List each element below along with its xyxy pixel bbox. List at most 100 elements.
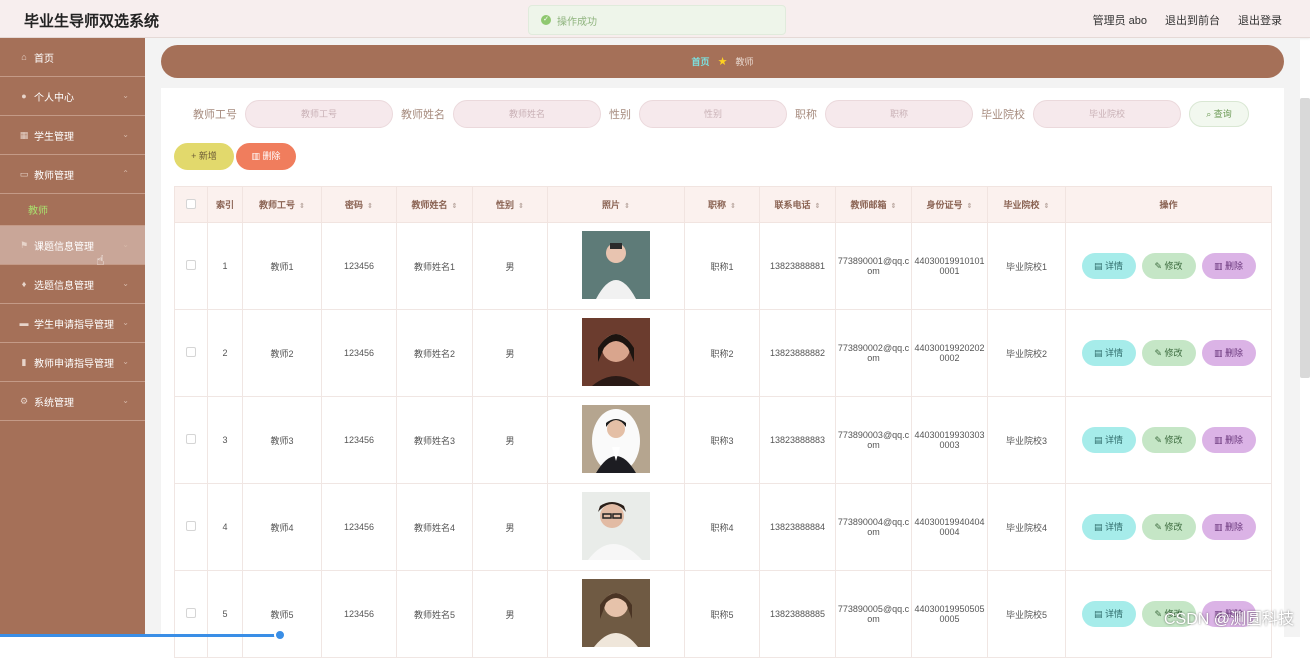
teacher-id-input[interactable]: 教师工号 <box>245 100 393 128</box>
star-icon: ★ <box>718 55 728 68</box>
sidebar-item-teacher-application[interactable]: ▮ 教师申请指导管理 ⌄ <box>0 343 145 382</box>
bar-chart-icon: ▮ <box>18 357 30 368</box>
document-icon: ▤ <box>1094 348 1103 358</box>
scroll-handle[interactable] <box>274 629 286 641</box>
sidebar-item-system-management[interactable]: ⚙ 系统管理 ⌄ <box>0 382 145 421</box>
row-checkbox[interactable] <box>175 223 208 310</box>
sidebar-item-teacher-management[interactable]: ▭ 教师管理 ⌃ <box>0 155 145 194</box>
column-header[interactable]: 教师姓名⇕ <box>397 187 473 223</box>
check-circle-icon: ✓ <box>541 15 551 25</box>
add-button[interactable]: + 新增 <box>174 143 234 170</box>
column-header[interactable]: 照片⇕ <box>548 187 685 223</box>
chevron-down-icon: ⌄ <box>122 130 129 139</box>
sidebar-item-home[interactable]: ⌂ 首页 <box>0 38 145 77</box>
plus-icon: + <box>191 151 196 161</box>
detail-button[interactable]: ▤ 详情 <box>1082 253 1136 279</box>
column-header[interactable]: 密码⇕ <box>322 187 397 223</box>
pencil-icon: ✎ <box>1154 261 1162 271</box>
photo-cell <box>548 397 685 484</box>
column-header[interactable]: 性别⇕ <box>473 187 548 223</box>
gender-input[interactable]: 性别 <box>639 100 787 128</box>
document-icon: ▤ <box>1094 609 1103 619</box>
breadcrumb-home[interactable]: 首页 <box>692 55 710 68</box>
row-checkbox[interactable] <box>175 484 208 571</box>
edit-button[interactable]: ✎ 修改 <box>1142 514 1196 540</box>
column-header[interactable]: 教师工号⇕ <box>243 187 322 223</box>
row-operations: ▤ 详情 ✎ 修改 ▥ 删除 <box>1066 397 1272 484</box>
delete-button[interactable]: ▥ 删除 <box>1202 427 1256 453</box>
column-header[interactable]: 毕业院校⇕ <box>988 187 1066 223</box>
photo-cell <box>548 484 685 571</box>
detail-button[interactable]: ▤ 详情 <box>1082 514 1136 540</box>
detail-button[interactable]: ▤ 详情 <box>1082 340 1136 366</box>
column-header: 操作 <box>1066 187 1272 223</box>
teacher-photo <box>582 231 650 299</box>
sidebar-item-student-management[interactable]: ▦ 学生管理 ⌄ <box>0 116 145 155</box>
sort-icon: ⇕ <box>624 203 630 210</box>
teacher-photo <box>582 318 650 386</box>
detail-button[interactable]: ▤ 详情 <box>1082 601 1136 627</box>
trash-icon: ▥ <box>1214 348 1223 358</box>
watermark: CSDN @测圆科技 <box>1164 605 1294 629</box>
document-icon: ▤ <box>1094 435 1103 445</box>
pencil-icon: ✎ <box>1154 348 1162 358</box>
mic-icon: ♦ <box>18 279 30 289</box>
delete-button[interactable]: ▥ 删除 <box>1202 514 1256 540</box>
delete-button[interactable]: ▥ 删除 <box>1202 253 1256 279</box>
sidebar-subitem-teacher[interactable]: 教师 <box>0 194 145 226</box>
breadcrumb: 首页 ★ 教师 <box>161 45 1284 78</box>
school-input[interactable]: 毕业院校 <box>1033 100 1181 128</box>
sidebar-item-student-application[interactable]: ▬ 学生申请指导管理 ⌄ <box>0 304 145 343</box>
batch-delete-button[interactable]: ▥ 删除 <box>236 143 296 170</box>
chat-icon: ▭ <box>18 169 30 180</box>
vertical-scrollbar[interactable] <box>1300 98 1310 378</box>
logout-link[interactable]: 退出登录 <box>1238 12 1282 28</box>
pencil-icon: ✎ <box>1154 522 1162 532</box>
search-icon: ⌕ <box>1206 109 1211 119</box>
sort-icon: ⇕ <box>967 203 973 210</box>
photo-cell <box>548 571 685 658</box>
row-checkbox[interactable] <box>175 571 208 658</box>
sort-icon: ⇕ <box>452 203 458 210</box>
search-button[interactable]: ⌕ 查询 <box>1189 101 1249 127</box>
column-header[interactable]: 职称⇕ <box>685 187 760 223</box>
sidebar-item-label: 个人中心 <box>34 89 74 104</box>
top-bar: 毕业生导师双选系统 ✓ 操作成功 管理员 abo 退出到前台 退出登录 <box>0 0 1310 38</box>
title-input[interactable]: 职称 <box>825 100 973 128</box>
table-row: 5 教师5 123456 教师姓名5 男 职称5 13823888885 773… <box>175 571 1272 658</box>
select-all-checkbox[interactable] <box>175 187 208 223</box>
chevron-down-icon: ⌄ <box>122 357 129 366</box>
pencil-icon: ✎ <box>1154 609 1162 619</box>
breadcrumb-current: 教师 <box>735 55 753 68</box>
table-row: 3 教师3 123456 教师姓名3 男 职称3 13823888883 773… <box>175 397 1272 484</box>
column-header[interactable]: 身份证号⇕ <box>912 187 988 223</box>
trash-icon: ▥ <box>251 151 260 161</box>
column-header[interactable]: 教师邮箱⇕ <box>836 187 912 223</box>
table-row: 1 教师1 123456 教师姓名1 男 职称1 13823888881 773… <box>175 223 1272 310</box>
sidebar-item-topic-management[interactable]: ⚑ 课题信息管理 ⌄ <box>0 226 145 265</box>
photo-cell <box>548 310 685 397</box>
pencil-icon: ✎ <box>1154 435 1162 445</box>
sidebar-item-personal-center[interactable]: ● 个人中心 ⌄ <box>0 77 145 116</box>
action-row: + 新增 ▥ 删除 <box>174 143 296 170</box>
teacher-name-input[interactable]: 教师姓名 <box>453 100 601 128</box>
edit-button[interactable]: ✎ 修改 <box>1142 427 1196 453</box>
teacher-name-label: 教师姓名 <box>401 106 445 122</box>
chevron-down-icon: ⌄ <box>122 396 129 405</box>
edit-button[interactable]: ✎ 修改 <box>1142 253 1196 279</box>
row-checkbox[interactable] <box>175 310 208 397</box>
main-content: 首页 ★ 教师 教师工号 教师工号 教师姓名 教师姓名 性别 性别 职称 职称 … <box>145 38 1300 637</box>
sidebar-item-selection-management[interactable]: ♦ 选题信息管理 ⌄ <box>0 265 145 304</box>
teacher-table: 索引 教师工号⇕ 密码⇕ 教师姓名⇕ 性别⇕ 照片⇕ 职称⇕ 联系电话⇕ 教师邮… <box>174 186 1272 658</box>
column-header[interactable]: 联系电话⇕ <box>760 187 836 223</box>
user-icon: ● <box>18 91 30 101</box>
row-checkbox[interactable] <box>175 397 208 484</box>
table-header-row: 索引 教师工号⇕ 密码⇕ 教师姓名⇕ 性别⇕ 照片⇕ 职称⇕ 联系电话⇕ 教师邮… <box>175 187 1272 223</box>
photo-cell <box>548 223 685 310</box>
back-to-front-link[interactable]: 退出到前台 <box>1165 12 1220 28</box>
sidebar: ⌂ 首页 ● 个人中心 ⌄ ▦ 学生管理 ⌄ ▭ 教师管理 ⌃ 教师 ⚑ 课题信… <box>0 38 145 637</box>
detail-button[interactable]: ▤ 详情 <box>1082 427 1136 453</box>
user-label: 管理员 abo <box>1093 12 1147 28</box>
edit-button[interactable]: ✎ 修改 <box>1142 340 1196 366</box>
delete-button[interactable]: ▥ 删除 <box>1202 340 1256 366</box>
